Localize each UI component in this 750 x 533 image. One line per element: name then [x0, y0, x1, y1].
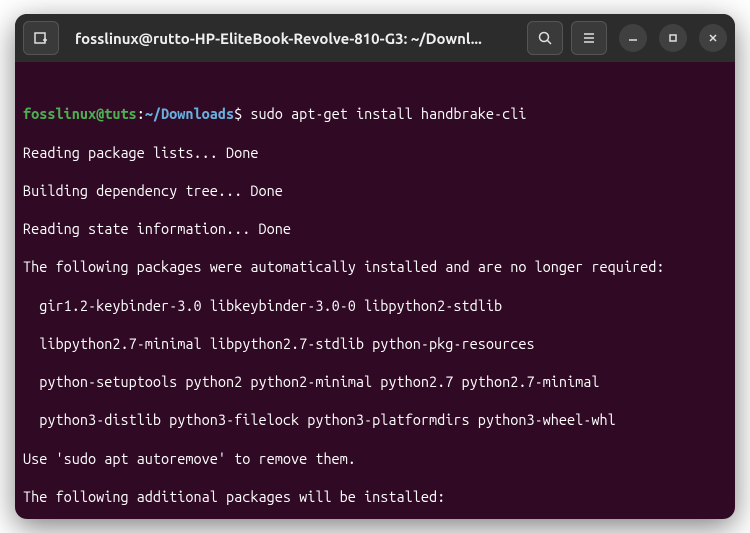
new-tab-button[interactable]	[23, 21, 59, 55]
menu-button[interactable]	[571, 21, 607, 55]
prompt-sep: :	[137, 105, 145, 122]
command-text: sudo apt-get install handbrake-cli	[250, 105, 526, 122]
search-button[interactable]	[527, 21, 563, 55]
output-line: The following packages were automaticall…	[23, 257, 727, 276]
terminal-window: fosslinux@rutto-HP-EliteBook-Revolve-810…	[15, 14, 735, 519]
search-icon	[537, 30, 553, 46]
new-tab-icon	[33, 30, 49, 46]
titlebar: fosslinux@rutto-HP-EliteBook-Revolve-810…	[15, 14, 735, 62]
output-line: python-setuptools python2 python2-minima…	[23, 372, 727, 391]
prompt-symbol: $	[234, 105, 242, 122]
output-line: python3-distlib python3-filelock python3…	[23, 410, 727, 429]
output-line: Building dependency tree... Done	[23, 181, 727, 200]
output-line: The following additional packages will b…	[23, 487, 727, 506]
minimize-button[interactable]	[619, 24, 647, 52]
minimize-icon	[627, 32, 639, 44]
maximize-icon	[667, 32, 679, 44]
close-button[interactable]	[699, 24, 727, 52]
output-line: libpython2.7-minimal libpython2.7-stdlib…	[23, 334, 727, 353]
close-icon	[707, 32, 719, 44]
prompt-user: fosslinux@tuts	[23, 105, 137, 122]
maximize-button[interactable]	[659, 24, 687, 52]
prompt-path: ~/Downloads	[145, 105, 234, 122]
output-line: Use 'sudo apt autoremove' to remove them…	[23, 449, 727, 468]
prompt-line: fosslinux@tuts:~/Downloads$ sudo apt-get…	[23, 104, 727, 123]
output-line: Reading package lists... Done	[23, 143, 727, 162]
hamburger-icon	[581, 30, 597, 46]
output-line: Reading state information... Done	[23, 219, 727, 238]
terminal-content[interactable]: fosslinux@tuts:~/Downloads$ sudo apt-get…	[15, 62, 735, 519]
output-line: gir1.2-keybinder-3.0 libkeybinder-3.0-0 …	[23, 296, 727, 315]
window-title: fosslinux@rutto-HP-EliteBook-Revolve-810…	[67, 30, 519, 47]
